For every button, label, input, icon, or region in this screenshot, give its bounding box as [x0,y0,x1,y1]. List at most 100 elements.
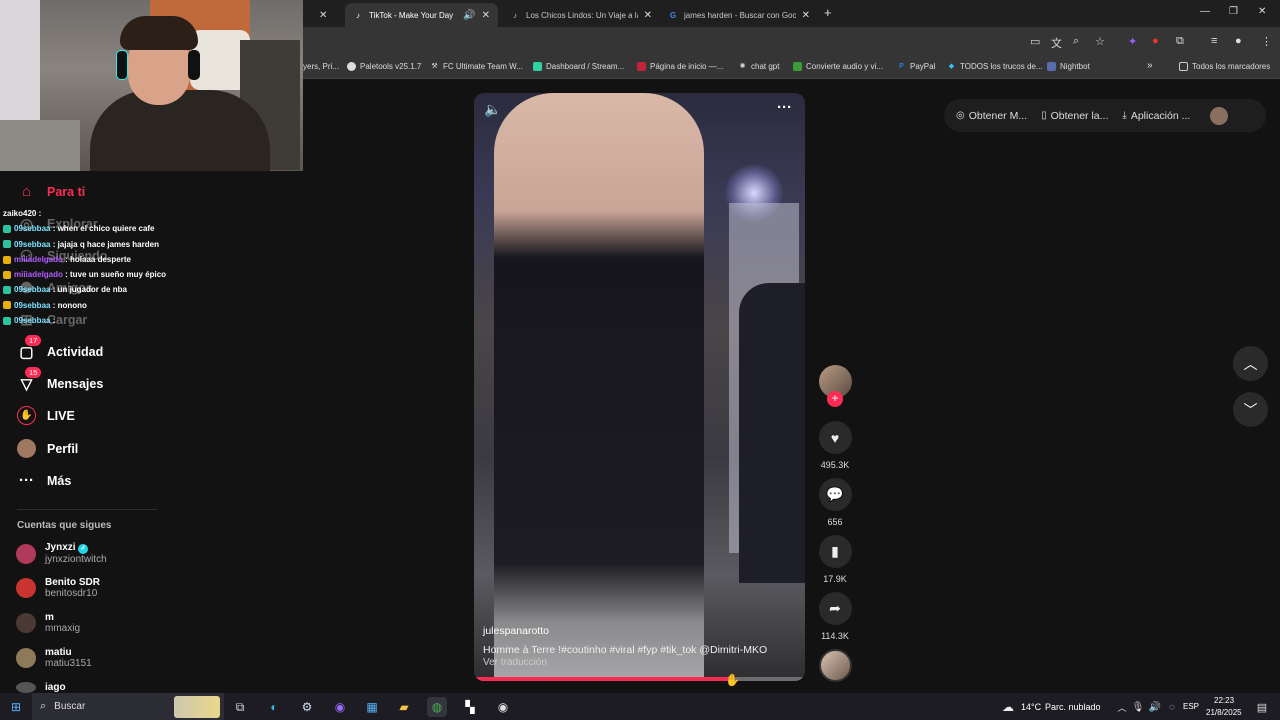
new-tab-icon[interactable]: + [824,5,832,20]
more-bookmarks-icon[interactable]: » [1147,60,1153,71]
chat-badge-icon [3,316,11,325]
tab-partial[interactable]: ✕ [305,3,343,27]
bookmark-item[interactable]: ✺ chat gpt [738,62,780,71]
share-button[interactable]: ➦ 114.3K [818,592,852,641]
clock-date[interactable]: 21/8/2025 [1206,708,1242,717]
extension-red-icon[interactable]: ● [1152,35,1159,47]
zoom-icon[interactable]: ⌕ [1073,35,1079,48]
nightbot-icon [1047,62,1056,71]
notification-icon[interactable]: ▤ [1252,697,1272,717]
get-app-button[interactable]: ▯ Obtener la... [1041,110,1108,122]
bookmark-item[interactable]: ⚒ FC Ultimate Team W... [430,62,523,71]
puzzle-icon[interactable]: ⧉ [1176,35,1184,48]
avatar [16,682,36,693]
next-video-button[interactable]: ﹀ [1233,392,1268,427]
bookmark-item[interactable]: P PayPal [897,62,935,71]
video-author[interactable]: julespanarotto [483,625,549,637]
clock-time[interactable]: 22:23 [1214,696,1234,705]
following-item[interactable]: Benito SDR benitosdr10 [16,577,100,599]
chat-line: 09sebbaa : when el chico quiere cafe [3,221,303,236]
bookmark-item[interactable]: Nightbot [1047,62,1090,71]
media-icon[interactable]: ≡ [1211,35,1217,47]
weather-desc[interactable]: Parc. nublado [1045,702,1101,712]
language-indicator[interactable]: ESP [1183,702,1199,711]
translate-link[interactable]: Ver traducción [483,657,547,668]
following-item[interactable]: matiu matiu3151 [16,647,92,669]
heart-icon: ♥ [818,421,852,454]
close-icon[interactable]: ✕ [319,10,327,21]
user-avatar[interactable] [1210,106,1229,125]
bookmark-item[interactable]: yers, Pri... [303,62,339,71]
follow-plus-icon[interactable]: + [827,391,843,407]
close-icon[interactable]: ✕ [802,10,810,21]
comment-count: 656 [827,517,843,527]
volume-icon[interactable]: 🔈 [484,101,501,118]
bookmark-item[interactable]: Paletools v25.1.7 [347,62,421,71]
sound-avatar-button[interactable] [818,649,852,682]
following-item[interactable]: iago [16,682,66,693]
bookmark-item[interactable]: Página de inicio —... [637,62,723,71]
messenger-icon[interactable]: ◉ [330,697,350,717]
sidebar-item-live[interactable]: ✋ LIVE [17,406,75,425]
save-count: 17.9K [823,574,847,584]
weather-temp[interactable]: 14°C [1021,702,1041,712]
tab-chicos-lindos[interactable]: ♪ Los Chicos Lindos: Un Viaje a la ✕ [502,3,660,27]
extension-purple-icon[interactable]: ✦ [1128,35,1137,48]
tab-tiktok[interactable]: ♪ TikTok - Make Your Day 🔊 ✕ [345,3,498,27]
sidebar-item-actividad[interactable]: ▢ 17 Actividad [17,335,103,361]
video-player[interactable]: 🔈 ··· julespanarotto Homme à Terre !#cou… [474,93,805,681]
chrome-icon[interactable]: ◍ [427,697,447,717]
sidebar-item-perfil[interactable]: Perfil [17,439,78,458]
chat-user: 09sebbaa [14,239,51,249]
cast-icon[interactable]: ▭ [1030,35,1040,48]
obs-icon[interactable]: ◉ [493,697,513,717]
fc-icon: ⚒ [431,63,438,70]
chat-user: zaiko420 [3,209,37,218]
get-coins-button[interactable]: ◎ Obtener M... [956,110,1027,122]
translate-icon[interactable]: 文 [1051,35,1062,51]
chat-message: un jugador de nba [57,285,127,295]
restore-icon[interactable]: ❐ [1229,6,1238,17]
store-icon[interactable]: ▦ [362,697,382,717]
steam-icon[interactable]: ⚙ [297,697,317,717]
network-icon[interactable]: ◌ [1162,697,1182,717]
following-item[interactable]: m mmaxig [16,612,80,634]
minimize-icon[interactable]: — [1200,6,1210,17]
taskbar-search[interactable]: ⌕ Buscar [32,693,224,720]
following-item[interactable]: Jynxzi ✓ jynxziontwitch [16,542,107,565]
desktop-app-button[interactable]: ⤓ Aplicación ... [1122,110,1190,122]
previous-video-button[interactable]: ︿ [1233,346,1268,381]
bookmark-folder[interactable]: Todos los marcadores [1179,62,1270,71]
like-button[interactable]: ♥ 495.3K [818,421,852,470]
edge-icon[interactable]: ◐ [264,697,284,717]
messages-badge: 15 [25,367,42,378]
close-icon[interactable]: ✕ [482,10,490,21]
star-icon[interactable]: ☆ [1095,35,1105,48]
save-button[interactable]: ▮ 17.9K [818,535,852,584]
author-avatar-button[interactable]: + [818,365,852,407]
progress-track[interactable] [474,677,805,681]
close-icon[interactable]: ✕ [644,10,652,21]
more-options-icon[interactable]: ··· [777,99,792,116]
profile-avatar-icon[interactable]: ● [1235,35,1242,47]
bookmark-item[interactable]: ◆ TODOS los trucos de... [947,62,1043,71]
chat-badge-icon [3,255,11,264]
file-explorer-icon[interactable]: ▰ [394,697,414,717]
chat-user: 09sebbaa [14,316,51,326]
tab-google[interactable]: G james harden - Buscar con Goo ✕ [660,3,818,27]
menu-icon[interactable]: ⋮ [1261,35,1272,48]
sidebar-item-mas[interactable]: ··· Más [17,471,71,490]
speaker-icon[interactable]: 🔊 [463,10,475,21]
bookmark-item[interactable]: Convierte audio y vi... [793,62,883,71]
windows-start-icon[interactable]: ⊞ [6,697,26,717]
capcut-icon[interactable]: ▚ [460,697,480,717]
bookmark-item[interactable]: Dashboard / Stream... [533,62,624,71]
window-close-icon[interactable]: ✕ [1258,6,1266,17]
following-title: Cuentas que sigues [17,520,112,531]
comment-button[interactable]: 💬 656 [818,478,852,527]
chat-user: miiiadelgado [14,270,63,280]
sidebar-item-para-ti[interactable]: ⌂ Para ti [17,182,85,201]
sidebar-item-mensajes[interactable]: ▽ 15 Mensajes [17,367,103,393]
drop-icon: ◆ [948,63,955,70]
task-view-icon[interactable]: ⧉ [230,697,250,717]
